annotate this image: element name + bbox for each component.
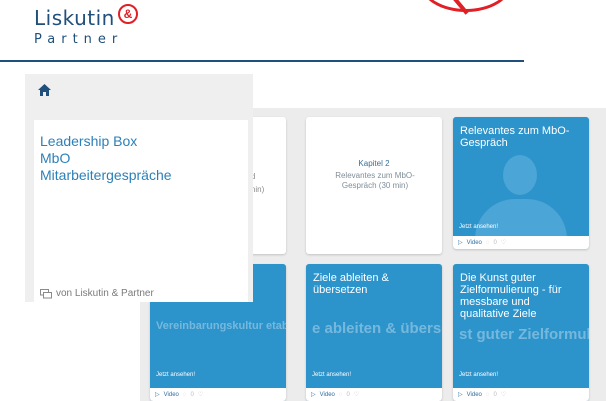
like-icon[interactable]: ♡ [198, 391, 203, 398]
video-card-title: Ziele ableiten & übersetzen [313, 272, 389, 296]
course-title-line3: Mitarbeitergespräche [40, 167, 172, 183]
content-type-label: Video [466, 391, 482, 398]
comment-icon: ◌ [485, 239, 490, 246]
video-card-zielformulierung[interactable]: Die Kunst guter Zielformulierung - für m… [453, 264, 589, 401]
logo-subtitle: Partner [34, 32, 124, 47]
video-card-meta: ▷ Video ◌ 0 ♡ [306, 388, 442, 401]
card-watermark-title: Vereinbarungskultur etablieren [156, 320, 286, 332]
course-title-line2: MbO [40, 150, 71, 166]
home-icon [37, 84, 51, 96]
card-watermark-title: e ableiten & übersetz [312, 320, 442, 337]
course-title-line1: Leadership Box [40, 133, 138, 149]
video-card-meta: ▷ Video ◌ 0 ♡ [150, 388, 286, 401]
watch-now-link[interactable]: Jetzt ansehen! [312, 372, 351, 378]
presenter-image-head [503, 155, 537, 195]
company-logo[interactable]: Liskutin & Partner [34, 4, 138, 47]
logo-name: Liskutin [34, 6, 115, 30]
video-card-title: Die Kunst guter Zielformulierung - für m… [460, 272, 562, 320]
like-icon[interactable]: ♡ [501, 239, 506, 246]
course-author-text: von Liskutin & Partner [56, 288, 154, 299]
video-icon: ▷ [155, 392, 160, 398]
course-info-card[interactable]: Leadership Box MbO Mitarbeitergespräche … [34, 120, 248, 302]
content-type-label: Video [466, 239, 482, 246]
comment-icon: ◌ [338, 391, 343, 398]
video-card-relevantes[interactable]: Relevantes zum MbO-Gespräch Jetzt ansehe… [453, 117, 589, 249]
chapter-label: Kapitel 2 [358, 159, 390, 168]
like-icon[interactable]: ♡ [501, 391, 506, 398]
comment-count: 0 [346, 391, 350, 398]
video-card-ziele-ableiten[interactable]: Ziele ableiten & übersetzen e ableiten &… [306, 264, 442, 401]
chat-icon [40, 288, 52, 298]
video-icon: ▷ [458, 392, 463, 398]
watch-now-link[interactable]: Jetzt ansehen! [459, 372, 498, 378]
chapter-description: Relevantes zum MbO-Gespräch (30 min) [335, 171, 415, 190]
watch-now-link[interactable]: Jetzt ansehen! [156, 372, 195, 378]
page: Liskutin & Partner ded 7 min) Kapitel 2 … [0, 0, 606, 401]
video-card-title: Relevantes zum MbO-Gespräch [460, 125, 570, 149]
home-button[interactable] [34, 80, 54, 100]
video-icon: ▷ [311, 392, 316, 398]
header-divider [0, 60, 524, 62]
content-type-label: Video [319, 391, 335, 398]
like-icon[interactable]: ♡ [354, 391, 359, 398]
video-card-meta: ▷ Video ◌ 0 ♡ [453, 388, 589, 401]
video-card-meta: ▷ Video ◌ 0 ♡ [453, 236, 589, 249]
course-title: Leadership Box MbO Mitarbeitergespräche [40, 133, 240, 184]
chapter-card-2[interactable]: Kapitel 2 Relevantes zum MbO-Gespräch (3… [306, 117, 442, 254]
comment-icon: ◌ [485, 391, 490, 398]
logo-ampersand-mark: & [118, 4, 138, 24]
course-author: von Liskutin & Partner [40, 288, 154, 299]
watch-now-link[interactable]: Jetzt ansehen! [459, 224, 498, 230]
content-type-label: Video [163, 391, 179, 398]
comment-icon: ◌ [182, 391, 187, 398]
card-watermark-title: st guter Zielformulier [459, 326, 589, 343]
comment-count: 0 [190, 391, 194, 398]
comment-count: 0 [493, 391, 497, 398]
video-icon: ▷ [458, 240, 463, 246]
comment-count: 0 [493, 239, 497, 246]
